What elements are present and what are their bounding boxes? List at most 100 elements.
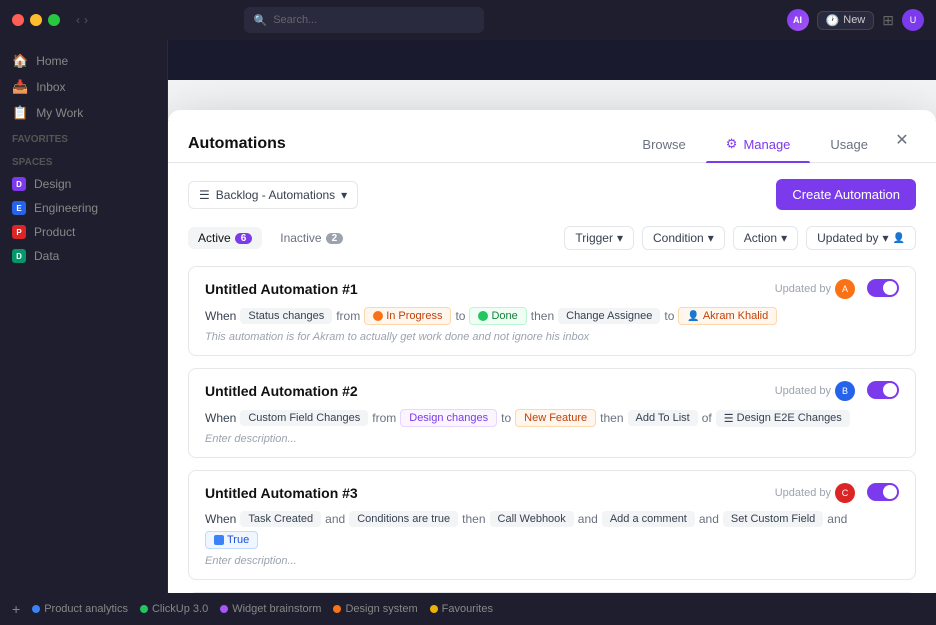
user-avatar[interactable]: U: [902, 9, 924, 31]
sidebar-product-label: Product: [34, 225, 75, 239]
clickup-label: ClickUp 3.0: [152, 603, 208, 615]
minimize-button[interactable]: [30, 14, 42, 26]
condition-dropdown[interactable]: Condition ▾: [642, 226, 725, 250]
sidebar-item-data[interactable]: D Data: [0, 244, 167, 268]
automations-modal: Automations Browse ⚙ Manage Usage: [168, 110, 936, 593]
design-system-dot: [333, 605, 341, 613]
backlog-select[interactable]: ☰ Backlog - Automations ▾: [188, 181, 358, 209]
action-chip-3a: Call Webhook: [490, 511, 574, 527]
from-dot-1: [373, 311, 383, 321]
automation-3-desc: Enter description...: [205, 555, 899, 567]
automation-1-toggle[interactable]: [867, 279, 899, 297]
and-label-3b: and: [578, 512, 598, 526]
automation-2-toggle[interactable]: [867, 381, 899, 399]
spaces-section-header: Spaces: [0, 149, 167, 172]
nav-arrows: ‹ ›: [76, 13, 88, 27]
new-button[interactable]: 🕐 New: [817, 11, 875, 30]
engineering-space-icon: E: [12, 201, 26, 215]
action-dropdown[interactable]: Action ▾: [733, 226, 798, 250]
from-value-1: In Progress: [364, 307, 451, 325]
main-layout: 🏠 Home 📥 Inbox 📋 My Work Favorites Space…: [0, 40, 936, 625]
topbar-right: AI 🕐 New ⊞ U: [787, 9, 924, 31]
tab-manage[interactable]: ⚙ Manage: [706, 126, 811, 162]
grid-icon[interactable]: ⊞: [882, 12, 894, 29]
automation-1-rule: When Status changes from In Progress to …: [205, 307, 899, 325]
ai-badge[interactable]: AI: [787, 9, 809, 31]
list-value-2: ☰ Design E2E Changes: [716, 410, 850, 427]
checkbox-icon-3: [214, 535, 224, 545]
tab-browse[interactable]: Browse: [622, 126, 705, 162]
clock-icon: 🕐: [826, 14, 840, 27]
value-chip-3: True: [205, 531, 258, 549]
inactive-filter-label: Inactive: [280, 231, 321, 245]
trigger-dropdown[interactable]: Trigger ▾: [564, 226, 634, 250]
filter-active[interactable]: Active 6: [188, 227, 262, 249]
sidebar-item-engineering[interactable]: E Engineering: [0, 196, 167, 220]
updated-by-label-1: Updated by: [775, 283, 831, 295]
automation-2-updated: Updated by B: [775, 381, 855, 401]
modal-close-button[interactable]: ✕: [888, 126, 916, 154]
traffic-lights: [12, 14, 60, 26]
sidebar-item-inbox[interactable]: 📥 Inbox: [0, 74, 167, 100]
automation-2-right: Updated by B: [775, 381, 899, 401]
automation-2-header: Untitled Automation #2 Updated by B: [205, 381, 899, 401]
automation-item-1: Untitled Automation #1 Updated by A When: [188, 266, 916, 356]
browse-tab-label: Browse: [642, 137, 685, 152]
bottom-design-system[interactable]: Design system: [333, 603, 417, 615]
close-button[interactable]: [12, 14, 24, 26]
updated-by-dropdown[interactable]: Updated by ▾ 👤: [806, 226, 916, 250]
sidebar-item-product[interactable]: P Product: [0, 220, 167, 244]
filter-inactive[interactable]: Inactive 2: [270, 227, 353, 249]
manage-tab-label: Manage: [743, 137, 790, 152]
favourites-label: Favourites: [442, 603, 493, 615]
forward-arrow-icon[interactable]: ›: [84, 13, 88, 27]
content-area: 🎨 Design / 📁 Design system / ⊞ Component…: [168, 80, 936, 593]
bottom-product-analytics[interactable]: Product analytics: [32, 603, 128, 615]
of-label-2: of: [702, 411, 712, 425]
automation-item-3: Untitled Automation #3 Updated by C When: [188, 470, 916, 580]
avatar-2: B: [835, 381, 855, 401]
manage-tab-icon: ⚙: [726, 136, 738, 152]
action-chevron-icon: ▾: [781, 231, 787, 245]
bottom-favourites[interactable]: Favourites: [430, 603, 493, 615]
modal-overlay: Automations Browse ⚙ Manage Usage: [168, 120, 936, 593]
to-label-2: to: [501, 411, 511, 425]
action-chip-1: Change Assignee: [558, 308, 660, 324]
sidebar-item-design[interactable]: D Design: [0, 172, 167, 196]
automation-3-toggle[interactable]: [867, 483, 899, 501]
bottom-widget[interactable]: Widget brainstorm: [220, 603, 321, 615]
bottom-bar: + Product analytics ClickUp 3.0 Widget b…: [0, 593, 936, 625]
trigger-chip-3: Task Created: [240, 511, 321, 527]
from-label-1: from: [336, 309, 360, 323]
bottom-clickup[interactable]: ClickUp 3.0: [140, 603, 208, 615]
back-arrow-icon[interactable]: ‹: [76, 13, 80, 27]
widget-dot: [220, 605, 228, 613]
add-icon[interactable]: +: [12, 601, 20, 617]
sidebar-data-label: Data: [34, 249, 59, 263]
search-bar[interactable]: 🔍 Search...: [244, 7, 484, 33]
automation-3-title: Untitled Automation #3: [205, 485, 358, 501]
sidebar-home-label: Home: [36, 54, 68, 68]
product-analytics-label: Product analytics: [44, 603, 128, 615]
tab-usage[interactable]: Usage: [810, 126, 888, 162]
favorites-section-header: Favorites: [0, 126, 167, 149]
automation-2-rule: When Custom Field Changes from Design ch…: [205, 409, 899, 427]
sidebar-item-home[interactable]: 🏠 Home: [0, 48, 167, 74]
create-automation-button[interactable]: Create Automation: [776, 179, 916, 210]
action-chip-2: Add To List: [628, 410, 698, 426]
fullscreen-button[interactable]: [48, 14, 60, 26]
design-space-icon: D: [12, 177, 26, 191]
chevron-down-icon: ▾: [341, 188, 347, 202]
modal-tabs: Browse ⚙ Manage Usage: [622, 126, 888, 162]
sidebar-engineering-label: Engineering: [34, 201, 98, 215]
inbox-icon: 📥: [12, 79, 28, 95]
clickup-dot: [140, 605, 148, 613]
automation-3-updated: Updated by C: [775, 483, 855, 503]
active-count-badge: 6: [235, 233, 253, 244]
automation-3-right: Updated by C: [775, 483, 899, 503]
modal-body: ☰ Backlog - Automations ▾ Create Automat…: [168, 163, 936, 593]
automation-1-header: Untitled Automation #1 Updated by A: [205, 279, 899, 299]
sidebar-item-mywork[interactable]: 📋 My Work: [0, 100, 167, 126]
trigger-chip-1: Status changes: [240, 308, 332, 324]
search-placeholder: Search...: [273, 14, 317, 26]
